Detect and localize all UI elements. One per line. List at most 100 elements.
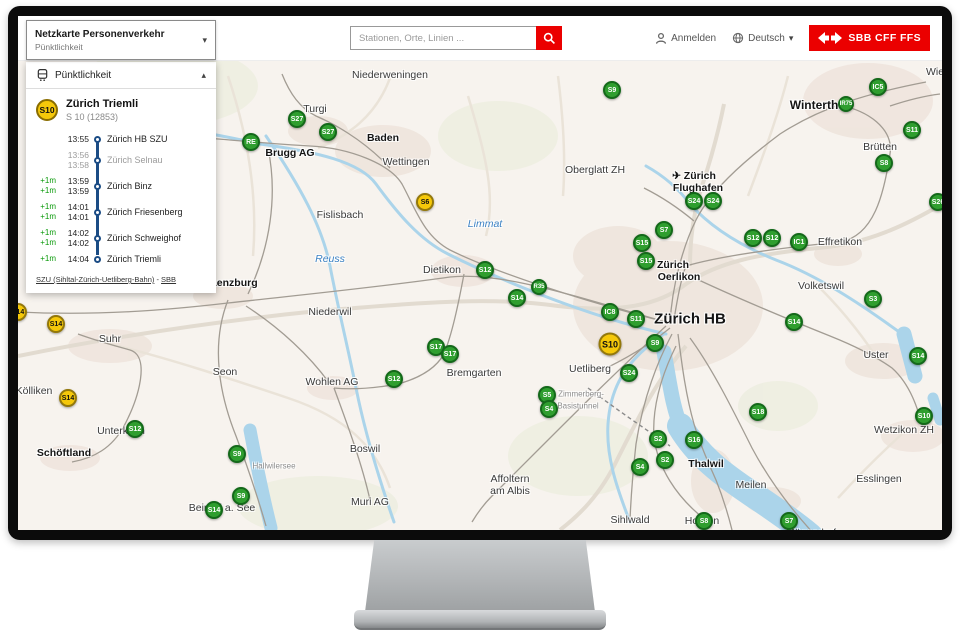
station-badge-s12[interactable]: S12 bbox=[126, 420, 144, 438]
station-badge-s10[interactable]: S10 bbox=[599, 333, 622, 356]
station-badge-s9[interactable]: S9 bbox=[603, 81, 621, 99]
map-label: Volketswil bbox=[798, 280, 844, 292]
monitor-stand-neck bbox=[365, 540, 595, 612]
stop-delay: +1m bbox=[36, 254, 56, 264]
station-badge-s11[interactable]: S11 bbox=[627, 310, 645, 328]
station-badge-s15[interactable]: S15 bbox=[637, 252, 655, 270]
sbb-logo-text: SBB CFF FFS bbox=[848, 32, 921, 44]
stop-name: Zürich Friesenberg bbox=[107, 207, 183, 217]
map-label: Uetliberg bbox=[569, 363, 611, 375]
language-selector[interactable]: Deutsch ▾ bbox=[732, 32, 793, 44]
station-badge-s9[interactable]: S9 bbox=[228, 445, 246, 463]
station-badge-s24[interactable]: S24 bbox=[704, 192, 722, 210]
sbb-arrows-icon bbox=[818, 31, 842, 45]
sbb-link[interactable]: SBB bbox=[161, 275, 176, 284]
station-badge-s14[interactable]: S14 bbox=[785, 313, 803, 331]
stop-row[interactable]: +1m+1m14:0114:01Zürich Friesenberg bbox=[26, 199, 216, 225]
chevron-down-icon: ▾ bbox=[789, 34, 794, 43]
station-badge-r35[interactable]: R35 bbox=[531, 279, 547, 295]
station-badge-ic8[interactable]: IC8 bbox=[601, 303, 619, 321]
station-badge-s12[interactable]: S12 bbox=[385, 370, 403, 388]
train-info: S10 Zürich Triemli S 10 (12853) bbox=[26, 89, 216, 127]
panel-footer: SZU (Sihltal-Zürich-Uetliberg-Bahn) - SB… bbox=[26, 269, 216, 293]
station-badge-s4[interactable]: S4 bbox=[540, 400, 558, 418]
station-badge-s14[interactable]: S14 bbox=[59, 389, 77, 407]
szu-link[interactable]: SZU (Sihltal-Zürich-Uetliberg-Bahn) bbox=[36, 275, 154, 284]
station-badge-s14[interactable]: S14 bbox=[47, 315, 65, 333]
station-badge-ic5[interactable]: IC5 bbox=[869, 78, 887, 96]
map-label: Suhr bbox=[99, 333, 121, 345]
station-badge-s14[interactable]: S14 bbox=[909, 347, 927, 365]
station-badge-s12[interactable]: S12 bbox=[763, 229, 781, 247]
map-label: Kölliken bbox=[18, 385, 52, 397]
station-badge-s12[interactable]: S12 bbox=[744, 229, 762, 247]
station-badge-s10[interactable]: S10 bbox=[915, 407, 933, 425]
stop-row[interactable]: 13:55Zürich HB SZU bbox=[26, 131, 216, 147]
map-label: Hallwilersee bbox=[252, 462, 295, 471]
station-badge-re[interactable]: RE bbox=[242, 133, 260, 151]
map-label: Brütten bbox=[863, 141, 897, 153]
station-badge-s14[interactable]: S14 bbox=[508, 289, 526, 307]
station-badge-s3[interactable]: S3 bbox=[864, 290, 882, 308]
map-label: Affoltern bbox=[491, 473, 530, 485]
panel-header: Pünktlichkeit ▴ bbox=[26, 62, 216, 89]
station-badge-s24[interactable]: S24 bbox=[685, 192, 703, 210]
station-badge-s8[interactable]: S8 bbox=[695, 512, 713, 530]
station-badge-s18[interactable]: S18 bbox=[749, 403, 767, 421]
station-badge-s8[interactable]: S8 bbox=[875, 154, 893, 172]
station-badge-s7[interactable]: S7 bbox=[655, 221, 673, 239]
login-button[interactable]: Anmelden bbox=[655, 32, 716, 45]
map-label: Zimmerberg- bbox=[558, 390, 604, 399]
station-badge-s6[interactable]: S6 bbox=[416, 193, 434, 211]
stop-name: Zürich Selnau bbox=[107, 155, 163, 165]
stop-time: 14:0214:02 bbox=[59, 228, 89, 248]
station-badge-s4[interactable]: S4 bbox=[631, 458, 649, 476]
station-badge-s11[interactable]: S11 bbox=[903, 121, 921, 139]
station-badge-s2[interactable]: S2 bbox=[656, 451, 674, 469]
monitor-stand-base bbox=[354, 610, 606, 630]
stop-row[interactable]: 13:5613:58Zürich Selnau bbox=[26, 147, 216, 173]
station-badge-ic1[interactable]: IC1 bbox=[790, 233, 808, 251]
stop-row[interactable]: +1m14:04Zürich Triemli bbox=[26, 251, 216, 267]
stop-row[interactable]: +1m+1m13:5913:59Zürich Binz bbox=[26, 173, 216, 199]
monitor: NiederweningenWiesendangenWinterthurBrüt… bbox=[0, 0, 960, 638]
login-label: Anmelden bbox=[671, 33, 716, 44]
layer-select-dropdown[interactable]: Netzkarte Personenverkehr Pünktlichkeit … bbox=[26, 20, 216, 60]
map-label: Wetzikon ZH bbox=[874, 424, 934, 436]
station-badge-s2[interactable]: S2 bbox=[649, 430, 667, 448]
station-badge-ir75[interactable]: IR75 bbox=[838, 96, 854, 112]
stop-dot bbox=[89, 183, 105, 190]
station-badge-s9[interactable]: S9 bbox=[232, 487, 250, 505]
stop-row[interactable]: +1m+1m14:0214:02Zürich Schweighof bbox=[26, 225, 216, 251]
stop-dot bbox=[89, 235, 105, 242]
collapse-panel-button[interactable]: ▴ bbox=[201, 71, 206, 80]
chevron-down-icon: ▾ bbox=[202, 36, 207, 45]
map-label: am Albis bbox=[490, 485, 530, 497]
search-input[interactable] bbox=[350, 26, 536, 50]
search-button[interactable] bbox=[536, 26, 562, 50]
station-badge-s26[interactable]: S26 bbox=[929, 193, 942, 211]
map-label: Basistunnel bbox=[557, 402, 598, 411]
station-badge-s27[interactable]: S27 bbox=[288, 110, 306, 128]
station-badge-s16[interactable]: S16 bbox=[685, 431, 703, 449]
header-actions: Anmelden Deutsch ▾ bbox=[655, 16, 930, 60]
monitor-frame: NiederweningenWiesendangenWinterthurBrüt… bbox=[8, 6, 952, 540]
search-icon bbox=[543, 32, 556, 45]
stop-dot bbox=[89, 136, 105, 143]
station-badge-s24[interactable]: S24 bbox=[620, 364, 638, 382]
station-badge-s7[interactable]: S7 bbox=[780, 512, 798, 530]
stop-time: 13:55 bbox=[59, 134, 89, 144]
station-badge-s15[interactable]: S15 bbox=[633, 234, 651, 252]
station-badge-s17[interactable]: S17 bbox=[441, 345, 459, 363]
map-label: Seon bbox=[213, 366, 238, 378]
stop-delay: +1m+1m bbox=[36, 202, 56, 222]
station-badge-s14[interactable]: S14 bbox=[18, 303, 27, 321]
station-badge-s27[interactable]: S27 bbox=[319, 123, 337, 141]
stop-list: 13:55Zürich HB SZU13:5613:58Zürich Selna… bbox=[26, 127, 216, 269]
stop-name: Zürich Schweighof bbox=[107, 233, 181, 243]
station-badge-s12[interactable]: S12 bbox=[476, 261, 494, 279]
station-badge-s9[interactable]: S9 bbox=[646, 334, 664, 352]
map-label: ✈ Zürich bbox=[672, 170, 716, 182]
station-badge-s14[interactable]: S14 bbox=[205, 501, 223, 519]
map-label: Bremgarten bbox=[447, 367, 502, 379]
